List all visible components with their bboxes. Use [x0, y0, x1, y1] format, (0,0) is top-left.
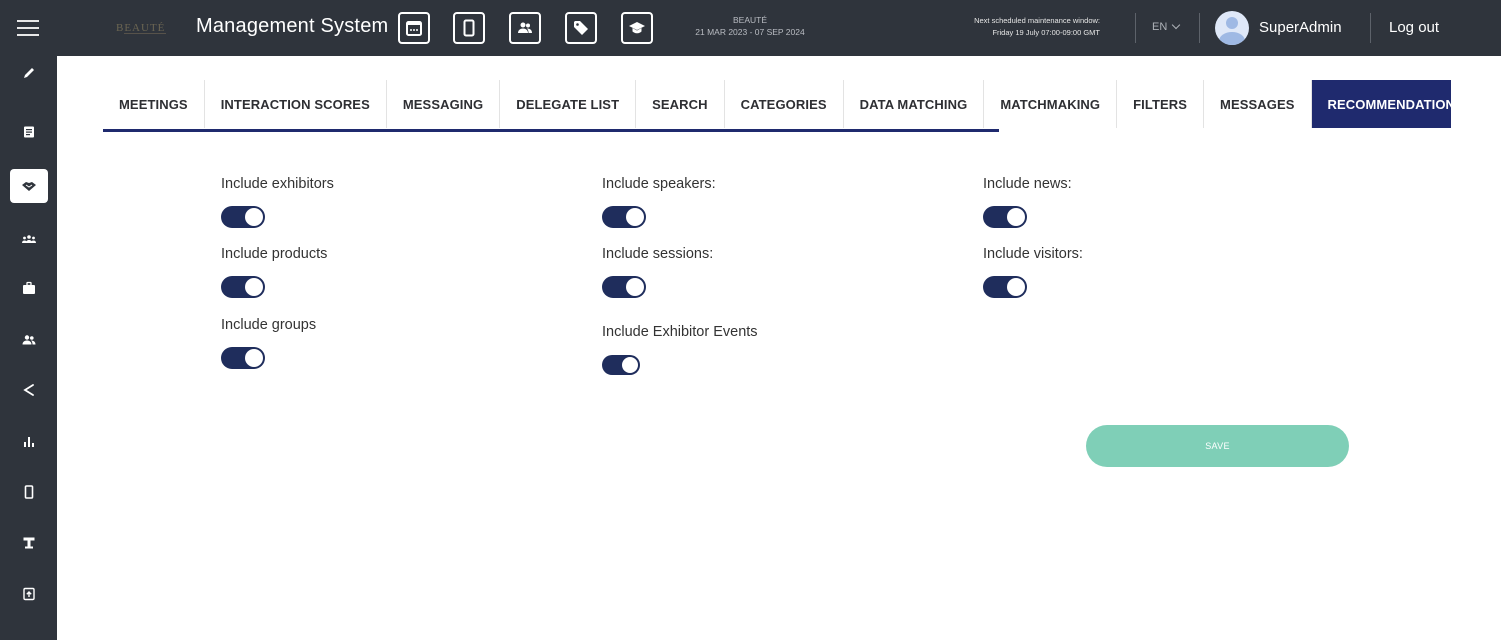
include-sessions-toggle[interactable]	[602, 276, 646, 298]
divider	[1135, 13, 1136, 43]
event-info: BEAUTÉ 21 MAR 2023 - 07 SEP 2024	[655, 14, 845, 38]
include-news-label: Include news:	[983, 176, 1072, 192]
include-sessions-label: Include sessions:	[602, 246, 714, 262]
include-products-label: Include products	[221, 246, 328, 262]
avatar[interactable]	[1215, 11, 1249, 45]
tab-bar: MEETINGS INTERACTION SCORES MESSAGING DE…	[103, 80, 1451, 134]
menu-icon[interactable]	[17, 20, 39, 36]
tab-matchmaking[interactable]: MATCHMAKING	[984, 80, 1118, 128]
include-news-toggle[interactable]	[983, 206, 1027, 228]
include-products-toggle[interactable]	[221, 276, 265, 298]
mobile-icon[interactable]	[10, 475, 48, 509]
handshake-icon[interactable]	[10, 169, 48, 203]
include-groups-toggle[interactable]	[221, 347, 265, 369]
include-exhibitor-events-label: Include Exhibitor Events	[602, 324, 758, 340]
logout-link[interactable]: Log out	[1389, 19, 1439, 36]
calendar-icon[interactable]	[398, 12, 430, 44]
mobile-icon[interactable]	[453, 12, 485, 44]
include-visitors-toggle[interactable]	[983, 276, 1027, 298]
include-visitors-label: Include visitors:	[983, 246, 1083, 262]
briefcase-icon[interactable]	[10, 271, 48, 305]
graduation-cap-icon[interactable]	[621, 12, 653, 44]
tab-filters[interactable]: FILTERS	[1117, 80, 1205, 128]
divider	[1199, 13, 1200, 43]
bar-chart-icon[interactable]	[10, 424, 48, 458]
tab-data-matching[interactable]: DATA MATCHING	[844, 80, 985, 128]
tab-delegate-list[interactable]: DELEGATE LIST	[500, 80, 637, 128]
users-icon[interactable]	[509, 12, 541, 44]
tab-messaging[interactable]: MESSAGING	[387, 80, 501, 128]
maintenance-line-2: Friday 19 July 07:00-09:00 GMT	[992, 28, 1100, 37]
include-speakers-toggle[interactable]	[602, 206, 646, 228]
share-icon[interactable]	[10, 373, 48, 407]
sidebar	[0, 56, 57, 640]
divider	[1370, 13, 1371, 43]
maintenance-notice: Next scheduled maintenance window: Frida…	[900, 15, 1100, 39]
tab-scroll-indicator	[103, 129, 999, 132]
users-icon[interactable]	[10, 323, 48, 357]
save-button[interactable]: SAVE	[1086, 425, 1349, 467]
document-list-icon[interactable]	[10, 115, 48, 149]
tab-messages[interactable]: MESSAGES	[1204, 80, 1312, 128]
include-groups-label: Include groups	[221, 317, 317, 333]
app-title: Management System	[196, 15, 389, 37]
tab-search[interactable]: SEARCH	[636, 80, 725, 128]
kiosk-icon[interactable]	[10, 526, 48, 560]
file-upload-icon[interactable]	[10, 577, 48, 611]
chevron-down-icon	[1172, 20, 1181, 30]
tab-categories[interactable]: CATEGORIES	[725, 80, 844, 128]
include-speakers-label: Include speakers:	[602, 176, 716, 192]
include-exhibitors-toggle[interactable]	[221, 206, 265, 228]
event-dates: 21 MAR 2023 - 07 SEP 2024	[695, 27, 805, 37]
language-select[interactable]: EN	[1152, 20, 1181, 33]
audience-icon[interactable]	[10, 222, 48, 256]
pencil-icon[interactable]	[10, 56, 48, 90]
top-bar: BEAUTÉ Management System BEAUTÉ 21 MAR 2…	[0, 0, 1501, 56]
language-value: EN	[1152, 21, 1168, 33]
tab-meetings[interactable]: MEETINGS	[103, 80, 205, 128]
maintenance-line-1: Next scheduled maintenance window:	[974, 16, 1100, 25]
tab-interaction-scores[interactable]: INTERACTION SCORES	[205, 80, 387, 128]
include-exhibitor-events-toggle[interactable]	[602, 355, 640, 375]
include-exhibitors-label: Include exhibitors	[221, 176, 334, 192]
brand-logo: BEAUTÉ	[116, 17, 174, 39]
user-name[interactable]: SuperAdmin	[1259, 19, 1342, 36]
event-name: BEAUTÉ	[732, 15, 767, 25]
tag-icon[interactable]	[565, 12, 597, 44]
tab-recommendations[interactable]: RECOMMENDATIONS	[1311, 80, 1451, 128]
